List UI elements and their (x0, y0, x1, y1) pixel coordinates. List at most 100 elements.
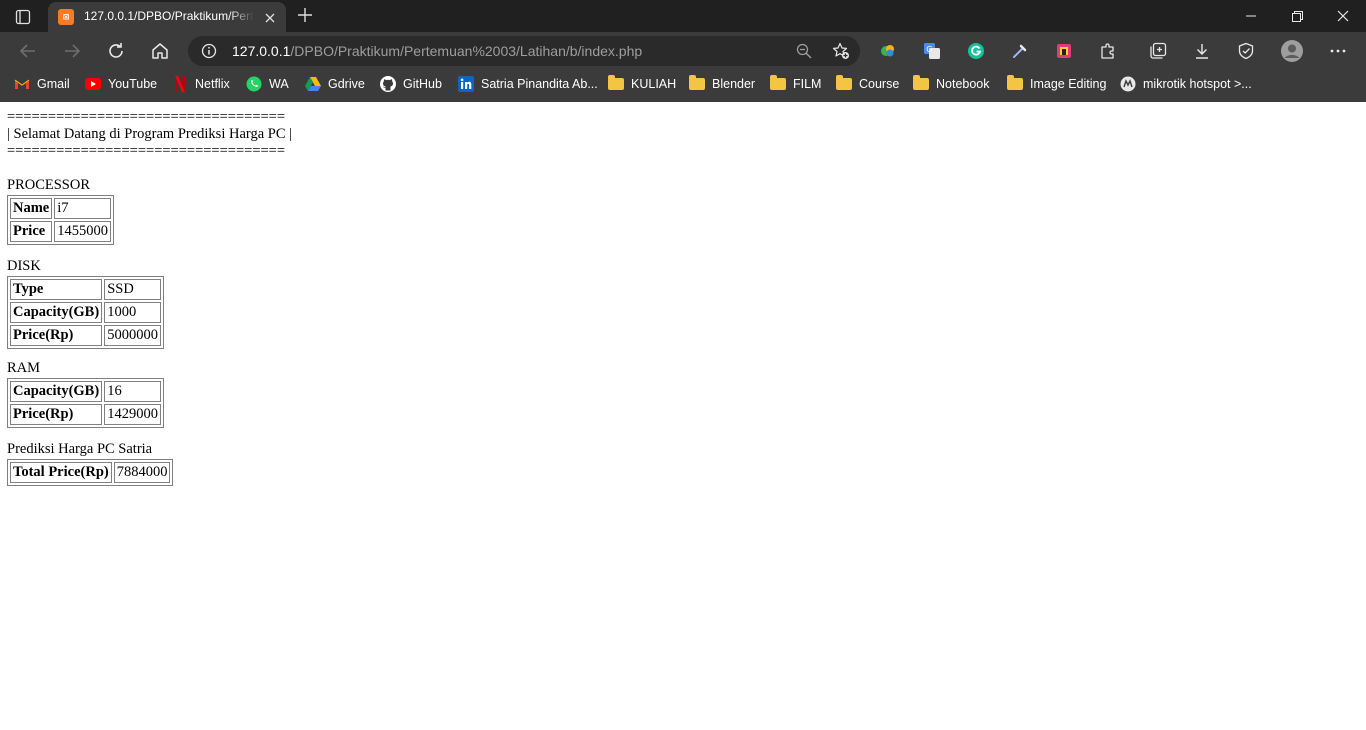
bookmark-netflix[interactable]: Netflix (172, 74, 230, 94)
bookmark-gmail[interactable]: Gmail (14, 74, 70, 94)
bookmark-linkedin[interactable]: Satria Pinandita Ab... (458, 74, 598, 94)
back-button[interactable] (15, 38, 41, 64)
disk-capacity-label: Capacity(GB) (10, 302, 103, 323)
bookmark-label: FILM (793, 77, 822, 91)
processor-price-value: 1455000 (54, 221, 111, 242)
close-window-button[interactable] (1320, 0, 1366, 32)
extension-colorful-button[interactable] (877, 40, 899, 62)
palette-extension-icon (881, 45, 894, 57)
downloads-button[interactable] (1191, 40, 1213, 62)
folder-icon (836, 75, 852, 92)
tab-active[interactable]: ⊠ 127.0.0.1/DPBO/Praktikum/Pertemuan%200… (48, 2, 286, 32)
table-row: Capacity(GB) 16 (10, 381, 161, 402)
bookmark-label: Course (859, 77, 900, 91)
ram-price-label: Price(Rp) (10, 404, 103, 425)
disk-price-value: 5000000 (104, 325, 161, 346)
total-price-label: Total Price(Rp) (10, 462, 112, 483)
eyedropper-button[interactable] (1009, 40, 1031, 62)
folder-icon (770, 75, 786, 92)
url-text[interactable]: 127.0.0.1/DPBO/Praktikum/Pertemuan%2003/… (232, 43, 642, 59)
google-translate-button[interactable]: G (921, 40, 943, 62)
bookmark-gdrive[interactable]: Gdrive (305, 74, 365, 94)
disk-table: Type SSD Capacity(GB) 1000 Price(Rp) 500… (7, 276, 164, 349)
refresh-button[interactable] (103, 38, 129, 64)
tab-close-button[interactable] (260, 8, 280, 28)
grammarly-icon (968, 43, 984, 59)
welcome-banner: | Selamat Datang di Program Prediksi Har… (7, 126, 293, 142)
extensions-button[interactable] (1097, 40, 1119, 62)
refresh-icon (109, 43, 123, 58)
ram-table: Capacity(GB) 16 Price(Rp) 1429000 (7, 378, 164, 428)
mikrotik-icon (1120, 76, 1136, 92)
bookmark-folder-notebook[interactable]: Notebook (913, 74, 990, 94)
tab-actions-icon (15, 9, 31, 25)
disk-capacity-value: 1000 (104, 302, 161, 323)
tab-strip: ⊠ 127.0.0.1/DPBO/Praktikum/Pertemuan%200… (0, 0, 1366, 32)
settings-menu-button[interactable] (1327, 40, 1349, 62)
download-icon (1196, 44, 1208, 59)
shield-heart-icon (1238, 42, 1254, 60)
bookmark-label: KULIAH (631, 77, 677, 91)
forward-button[interactable] (59, 38, 85, 64)
address-bar[interactable]: 127.0.0.1/DPBO/Praktikum/Pertemuan%2003/… (188, 36, 860, 66)
colorzilla-button[interactable] (1053, 40, 1075, 62)
table-row: Type SSD (10, 279, 161, 300)
bookmark-wa[interactable]: WA (246, 74, 289, 94)
collections-icon (1150, 42, 1167, 59)
star-add-icon (832, 42, 849, 59)
zoom-button[interactable] (795, 42, 813, 60)
home-button[interactable] (147, 38, 173, 64)
table-row: Name i7 (10, 198, 111, 219)
collections-button[interactable] (1147, 40, 1169, 62)
github-icon (380, 76, 396, 92)
browser-essentials-button[interactable] (1235, 40, 1257, 62)
grammarly-button[interactable] (965, 40, 987, 62)
gdrive-icon (305, 76, 321, 92)
minimize-icon (1246, 15, 1256, 17)
disk-price-label: Price(Rp) (10, 325, 103, 346)
bookmark-label: Notebook (936, 77, 990, 91)
bookmark-folder-image-editing[interactable]: Image Editing (1007, 74, 1106, 94)
bookmark-label: WA (269, 77, 289, 91)
table-row: Capacity(GB) 1000 (10, 302, 161, 323)
arrow-right-icon (65, 44, 81, 58)
total-table: Total Price(Rp) 7884000 (7, 459, 174, 486)
site-info-button[interactable] (200, 42, 218, 60)
bookmark-folder-course[interactable]: Course (836, 74, 899, 94)
bookmark-folder-kuliah[interactable]: KULIAH (608, 74, 676, 94)
bookmark-mikrotik[interactable]: mikrotik hotspot >... (1120, 74, 1252, 94)
processor-table: Name i7 Price 1455000 (7, 195, 114, 245)
netflix-icon (172, 76, 188, 92)
folder-icon (608, 75, 624, 92)
prediction-heading: Prediksi Harga PC Satria (7, 441, 153, 457)
bookmark-folder-film[interactable]: FILM (770, 74, 821, 94)
restore-button[interactable] (1274, 0, 1320, 32)
separator-bottom: ================================== (7, 143, 286, 159)
bookmarks-bar: Gmail YouTube Netflix WA Gdrive GitHub S… (0, 70, 1366, 98)
minimize-button[interactable] (1228, 0, 1274, 32)
rainbow-extension-icon (1057, 44, 1071, 58)
zoom-out-icon (796, 43, 812, 59)
disk-type-value: SSD (104, 279, 161, 300)
info-icon (201, 43, 217, 59)
bookmark-folder-blender[interactable]: Blender (689, 74, 755, 94)
new-tab-button[interactable] (294, 5, 316, 27)
bookmark-youtube[interactable]: YouTube (85, 74, 157, 94)
bookmark-github[interactable]: GitHub (380, 74, 442, 94)
profile-button[interactable] (1281, 40, 1303, 62)
ram-capacity-value: 16 (104, 381, 161, 402)
whatsapp-icon (246, 76, 262, 92)
processor-price-label: Price (10, 221, 53, 242)
table-row: Price(Rp) 1429000 (10, 404, 161, 425)
add-favorite-button[interactable] (832, 42, 850, 60)
bookmark-label: Netflix (195, 77, 230, 91)
browser-chrome: ⊠ 127.0.0.1/DPBO/Praktikum/Pertemuan%200… (0, 0, 1366, 102)
puzzle-icon (1101, 43, 1114, 59)
processor-name-value: i7 (54, 198, 111, 219)
ram-capacity-label: Capacity(GB) (10, 381, 103, 402)
table-row: Price 1455000 (10, 221, 111, 242)
disk-heading: DISK (7, 258, 41, 274)
tab-actions-button[interactable] (10, 6, 36, 28)
processor-heading: PROCESSOR (7, 177, 91, 193)
bookmark-label: Image Editing (1030, 77, 1107, 91)
